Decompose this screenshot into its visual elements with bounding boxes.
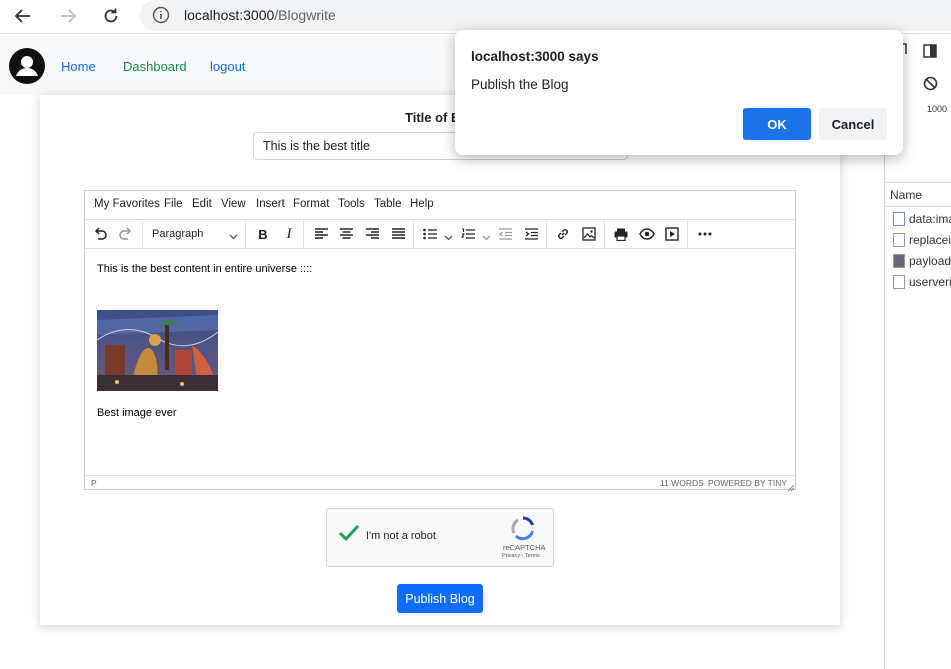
- toolbar-separator: [142, 221, 143, 248]
- publish-blog-button[interactable]: Publish Blog: [397, 584, 483, 613]
- forward-button[interactable]: [55, 4, 81, 28]
- block-format-select[interactable]: Paragraph: [152, 228, 203, 240]
- dialog-title: localhost:3000 says: [471, 49, 599, 64]
- reload-icon: [104, 8, 118, 23]
- toolbar-separator: [687, 221, 688, 248]
- title-label: Title of B: [405, 110, 461, 125]
- menu-my-favorites[interactable]: My Favorites: [94, 198, 160, 210]
- print-icon[interactable]: [613, 226, 629, 242]
- chevron-down-icon[interactable]: [444, 230, 453, 245]
- url-host: localhost:3000: [184, 7, 275, 23]
- toolbar-separator: [413, 221, 414, 248]
- toolbar-separator: [604, 221, 605, 248]
- undo-icon[interactable]: [92, 226, 108, 242]
- url-path: /Blogwrite: [274, 7, 336, 23]
- outdent-icon[interactable]: [497, 226, 513, 242]
- editor-content-line[interactable]: This is the best content in entire unive…: [97, 263, 312, 275]
- menu-help[interactable]: Help: [410, 198, 434, 210]
- powered-by-tiny[interactable]: POWERED BY TINY: [708, 478, 787, 488]
- clear-icon[interactable]: [923, 76, 938, 94]
- devtools-request-row[interactable]: data:ima: [909, 212, 951, 226]
- reload-button[interactable]: [98, 4, 124, 28]
- menu-edit[interactable]: Edit: [192, 198, 212, 210]
- toolbar-separator: [546, 221, 547, 248]
- toolbar-separator: [303, 221, 304, 248]
- redo-icon[interactable]: [118, 226, 134, 242]
- request-type-icon: [893, 233, 905, 247]
- media-icon[interactable]: [664, 226, 680, 242]
- toolbar-separator: [245, 221, 246, 248]
- site-info-icon[interactable]: [152, 6, 170, 27]
- avatar-icon[interactable]: [9, 48, 45, 87]
- align-justify-icon[interactable]: [390, 226, 406, 242]
- back-arrow-icon: [14, 9, 30, 23]
- devtools-divider: [885, 182, 951, 183]
- request-type-icon: [893, 254, 905, 268]
- menu-insert[interactable]: Insert: [256, 198, 285, 210]
- bold-icon[interactable]: B: [255, 226, 271, 242]
- resize-handle-icon[interactable]: [787, 480, 795, 495]
- captcha-label: I'm not a robot: [366, 530, 436, 542]
- numbered-list-icon[interactable]: [460, 226, 476, 242]
- devtools-request-row[interactable]: replacei: [909, 233, 951, 247]
- dock-icon[interactable]: [922, 43, 938, 62]
- chevron-down-icon[interactable]: [482, 230, 491, 245]
- italic-icon[interactable]: I: [281, 226, 297, 242]
- element-path[interactable]: P: [91, 478, 97, 488]
- back-button[interactable]: [10, 4, 36, 28]
- devtools-request-row[interactable]: payload: [909, 254, 951, 268]
- recaptcha-logo-icon: [510, 515, 536, 544]
- word-count: 11 WORDS: [660, 478, 704, 488]
- blog-image[interactable]: [97, 310, 218, 391]
- menu-view[interactable]: View: [221, 198, 246, 210]
- indent-icon[interactable]: [523, 226, 539, 242]
- request-type-icon: [893, 275, 905, 289]
- devtools-name-header: Name: [890, 188, 923, 202]
- link-icon[interactable]: [555, 226, 571, 242]
- nav-logout-link[interactable]: logout: [210, 59, 245, 74]
- align-right-icon[interactable]: [364, 226, 380, 242]
- request-type-icon: [893, 212, 905, 226]
- dialog-cancel-button[interactable]: Cancel: [819, 108, 887, 140]
- devtools-divider-2: [885, 206, 951, 207]
- nav-dashboard-link[interactable]: Dashboard: [123, 59, 187, 74]
- recaptcha-links[interactable]: Privacy - Terms: [502, 553, 540, 559]
- menu-table[interactable]: Table: [374, 198, 402, 210]
- title-input-value: This is the best title: [263, 139, 370, 153]
- bullet-list-icon[interactable]: [422, 226, 438, 242]
- recaptcha-brand: reCAPTCHA: [503, 543, 546, 552]
- editor-content-line[interactable]: Best image ever: [97, 407, 176, 419]
- preview-eye-icon[interactable]: [639, 226, 655, 242]
- align-left-icon[interactable]: [313, 226, 329, 242]
- dialog-ok-button[interactable]: OK: [743, 108, 811, 140]
- nav-home-link[interactable]: Home: [61, 59, 96, 74]
- checkmark-icon[interactable]: [338, 524, 360, 545]
- menu-tools[interactable]: Tools: [338, 198, 365, 210]
- align-center-icon[interactable]: [338, 226, 354, 242]
- forward-arrow-icon: [61, 9, 77, 23]
- devtools-request-row[interactable]: userveri: [909, 275, 951, 289]
- image-icon[interactable]: [581, 226, 597, 242]
- chevron-down-icon: [229, 229, 238, 244]
- more-options-icon[interactable]: [697, 226, 713, 242]
- dialog-message: Publish the Blog: [471, 77, 569, 92]
- menu-format[interactable]: Format: [293, 198, 329, 210]
- url-text: localhost:3000/Blogwrite: [184, 7, 336, 23]
- menu-file[interactable]: File: [164, 198, 183, 210]
- devtools-size-label: 1000: [927, 104, 948, 114]
